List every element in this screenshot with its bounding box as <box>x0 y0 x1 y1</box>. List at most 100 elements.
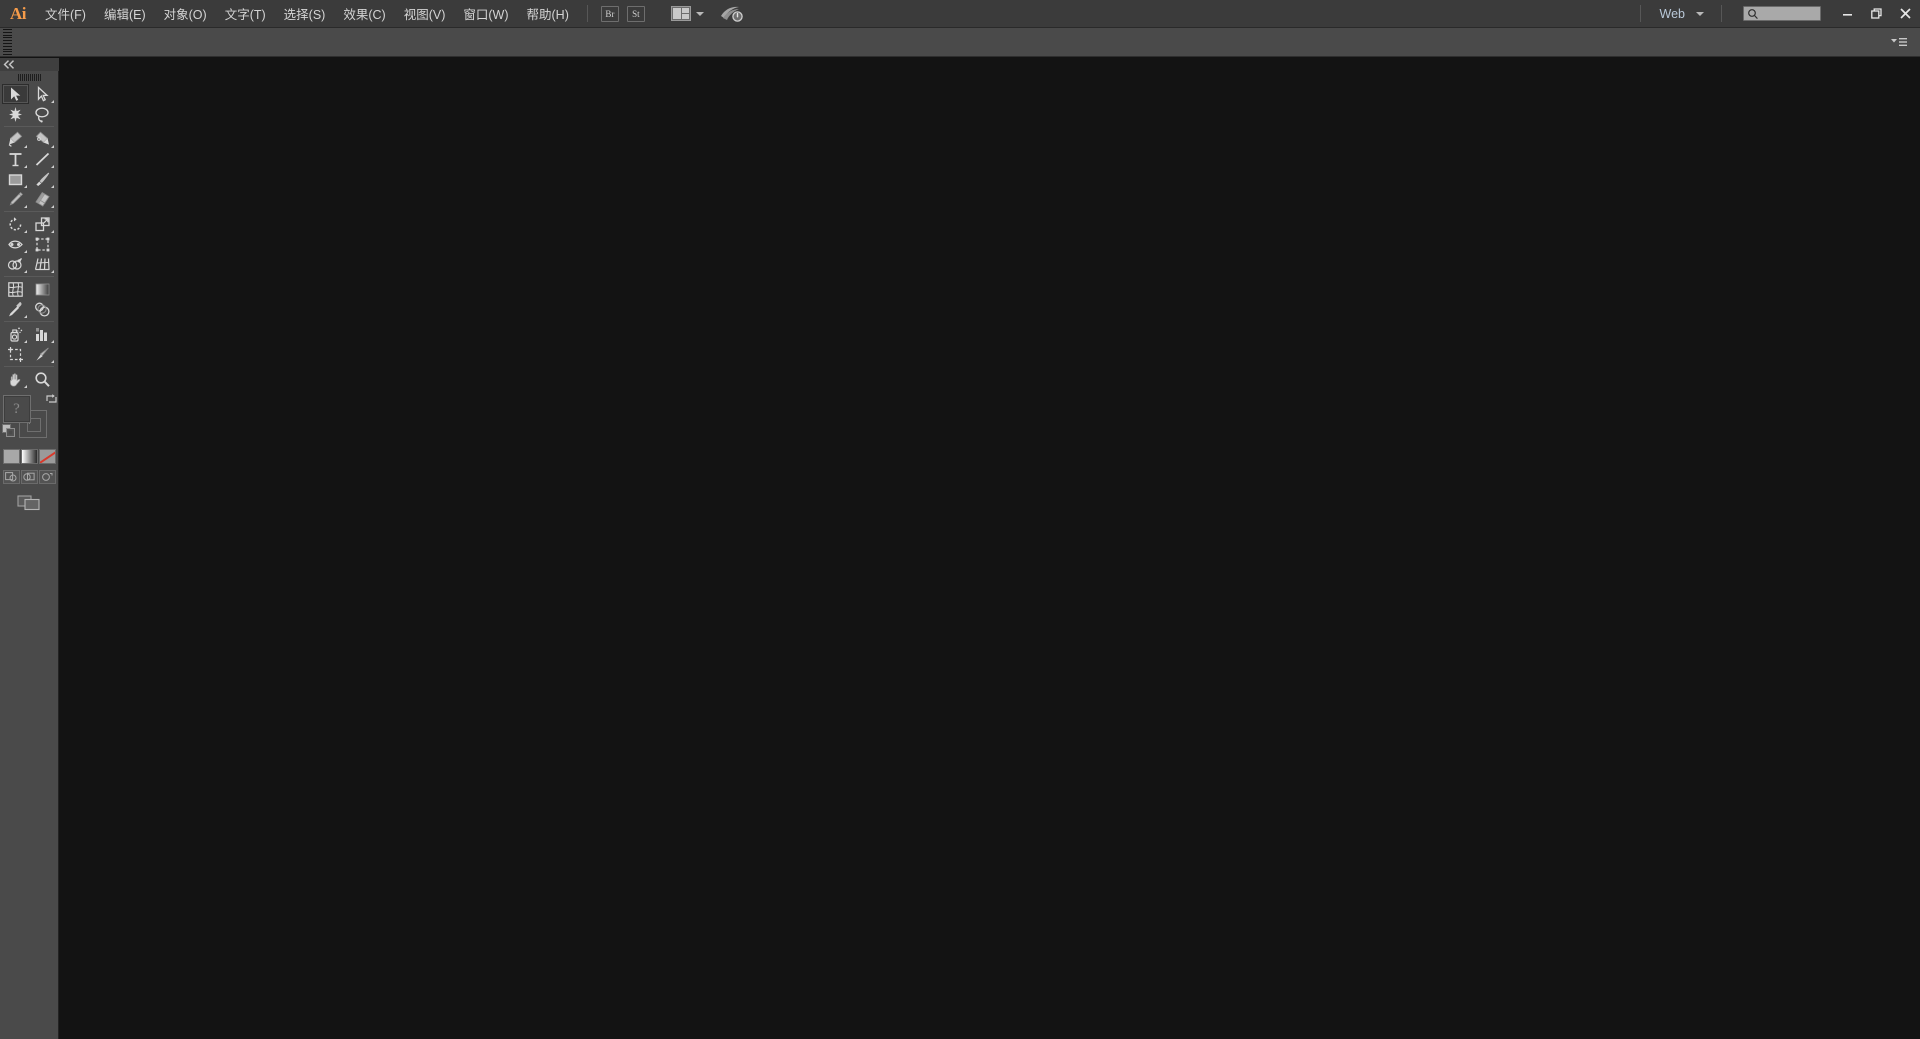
restore-button[interactable] <box>1862 0 1891 28</box>
tool-group-divider <box>4 321 54 322</box>
tool-paintbrush[interactable] <box>29 169 56 189</box>
menubar-divider-1 <box>586 5 588 22</box>
draw-mode-behind[interactable] <box>20 470 38 484</box>
menu-object[interactable]: 对象(O) <box>155 0 216 28</box>
close-button[interactable] <box>1891 0 1920 28</box>
color-mode-row <box>0 449 58 464</box>
creative-cloud-button[interactable] <box>720 5 744 23</box>
menu-file[interactable]: 文件(F) <box>36 0 95 28</box>
workspace-chevron-down-icon[interactable] <box>1696 11 1704 16</box>
tool-artboard[interactable] <box>2 344 29 364</box>
tool-type[interactable] <box>2 149 29 169</box>
tool-group-divider <box>4 366 54 367</box>
search-field[interactable] <box>1743 6 1821 21</box>
draw-mode-normal[interactable] <box>2 470 20 484</box>
menu-window[interactable]: 窗口(W) <box>454 0 517 28</box>
tool-flyout-indicator <box>24 385 27 388</box>
tool-flyout-indicator <box>51 360 54 363</box>
restore-icon <box>1871 8 1882 19</box>
stock-button[interactable]: St <box>626 5 645 22</box>
lasso-icon <box>34 106 51 123</box>
line-segment-icon <box>34 151 51 168</box>
swap-fill-stroke-button[interactable] <box>45 392 58 410</box>
shape-builder-icon <box>7 256 24 273</box>
color-mode-color[interactable] <box>2 449 20 464</box>
tools-panel-drag-grip[interactable] <box>0 71 59 83</box>
tool-grid <box>0 83 58 389</box>
tool-flyout-indicator <box>51 185 54 188</box>
tool-flyout-indicator <box>24 270 27 273</box>
width-icon <box>7 236 24 253</box>
arrange-documents-button[interactable] <box>670 6 704 21</box>
tool-magic-wand[interactable] <box>2 104 29 124</box>
tool-zoom[interactable] <box>29 369 56 389</box>
color-mode-none[interactable] <box>38 449 56 464</box>
control-bar-panel-menu-button[interactable] <box>1890 36 1908 48</box>
tool-rotate[interactable] <box>2 214 29 234</box>
fill-swatch[interactable]: ? <box>2 395 31 423</box>
symbol-sprayer-icon <box>7 326 24 343</box>
tool-perspective-grid[interactable] <box>29 254 56 274</box>
draw-mode-row <box>0 470 58 484</box>
panel-menu-icon <box>1891 38 1907 46</box>
tool-blend[interactable] <box>29 299 56 319</box>
magic-wand-icon <box>7 106 24 123</box>
blend-icon <box>34 301 51 318</box>
color-mode-gradient[interactable] <box>20 449 38 464</box>
control-bar-drag-grip[interactable] <box>3 29 12 55</box>
tool-symbol-sprayer[interactable] <box>2 324 29 344</box>
tool-width[interactable] <box>2 234 29 254</box>
tool-pencil[interactable] <box>2 189 29 209</box>
tool-eraser[interactable] <box>29 189 56 209</box>
free-transform-icon <box>34 236 51 253</box>
menu-items-container: 文件(F) 编辑(E) 对象(O) 文字(T) 选择(S) 效果(C) 视图(V) 窗口(W)… <box>36 0 578 28</box>
menu-view[interactable]: 视图(V) <box>395 0 455 28</box>
tool-selection[interactable] <box>2 84 29 104</box>
draw-behind-icon <box>23 472 35 481</box>
type-icon <box>7 151 24 168</box>
menu-select[interactable]: 选择(S) <box>275 0 335 28</box>
search-icon <box>1748 8 1758 19</box>
menu-type[interactable]: 文字(T) <box>216 0 275 28</box>
tool-free-transform[interactable] <box>29 234 56 254</box>
pencil-icon <box>7 191 24 208</box>
menu-effect[interactable]: 效果(C) <box>334 0 394 28</box>
tool-flyout-indicator <box>51 270 54 273</box>
perspective-grid-icon <box>34 256 51 273</box>
menu-help[interactable]: 帮助(H) <box>518 0 578 28</box>
tool-pen[interactable] <box>2 129 29 149</box>
arrange-documents-icon <box>670 6 691 21</box>
tool-direct-selection[interactable] <box>29 84 56 104</box>
tool-column-graph[interactable] <box>29 324 56 344</box>
rotate-icon <box>7 216 24 233</box>
curvature-pen-icon <box>34 131 51 148</box>
draw-mode-inside[interactable] <box>38 470 56 484</box>
bridge-button[interactable]: Br <box>600 5 619 22</box>
column-graph-icon <box>34 326 51 343</box>
tool-flyout-indicator <box>51 165 54 168</box>
slice-icon <box>34 346 51 363</box>
tool-rectangle[interactable] <box>2 169 29 189</box>
tool-slice[interactable] <box>29 344 56 364</box>
canvas-area[interactable] <box>59 58 1920 1039</box>
tool-mesh[interactable] <box>2 279 29 299</box>
screen-mode-button[interactable] <box>17 494 42 511</box>
tool-line-segment[interactable] <box>29 149 56 169</box>
menu-edit[interactable]: 编辑(E) <box>95 0 155 28</box>
hand-icon <box>7 371 24 388</box>
tool-eyedropper[interactable] <box>2 299 29 319</box>
tool-shape-builder[interactable] <box>2 254 29 274</box>
tools-panel-collapse-button[interactable] <box>0 58 59 71</box>
tool-gradient[interactable] <box>29 279 56 299</box>
default-fill-stroke-button[interactable] <box>1 424 16 443</box>
tool-hand[interactable] <box>2 369 29 389</box>
eyedropper-icon <box>7 301 24 318</box>
fill-stroke-control: ? ? <box>1 392 58 443</box>
minimize-button[interactable] <box>1833 0 1862 28</box>
tool-lasso[interactable] <box>29 104 56 124</box>
tool-group-divider <box>4 211 54 212</box>
workspace-label[interactable]: Web <box>1650 7 1691 21</box>
illustrator-window: Ai 文件(F) 编辑(E) 对象(O) 文字(T) 选择(S) 效果(C) 视图(V) 窗口… <box>0 0 1920 1039</box>
tool-curvature[interactable] <box>29 129 56 149</box>
tool-scale[interactable] <box>29 214 56 234</box>
